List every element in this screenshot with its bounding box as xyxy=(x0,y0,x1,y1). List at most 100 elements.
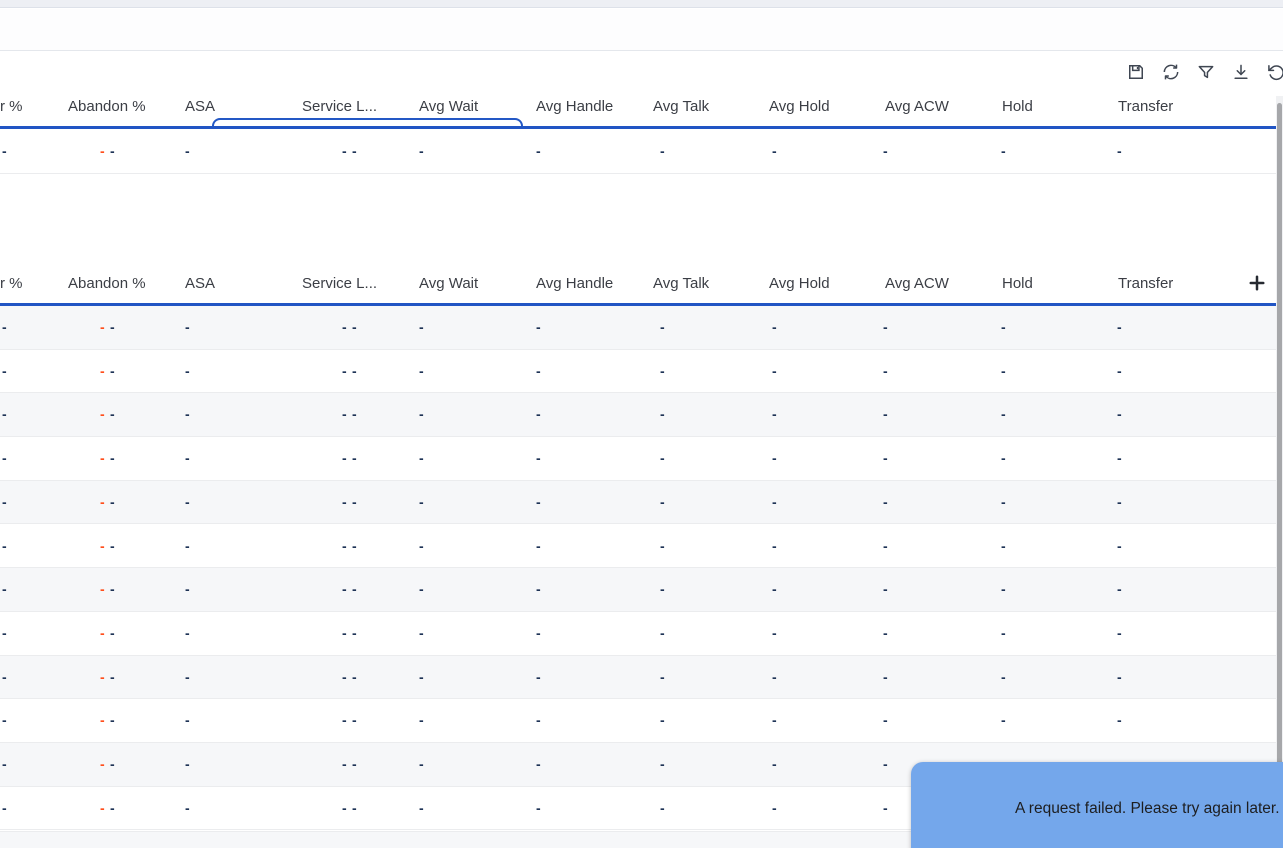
column-header-asa[interactable]: ASA xyxy=(185,98,215,115)
date-range-nav: January 1, 2023 - December 29, 2023 xyxy=(0,58,1283,149)
cell-alert-value: - xyxy=(100,756,105,772)
column-header-r[interactable]: r % xyxy=(0,98,23,115)
cell-value: - xyxy=(883,319,888,335)
table-row[interactable]: ------------- xyxy=(0,655,1277,700)
cell-value: - xyxy=(536,712,541,729)
cell-value: - xyxy=(883,493,888,510)
cell-value: - xyxy=(883,799,888,816)
cell-value: - xyxy=(352,799,357,816)
cell-value: - xyxy=(352,756,357,772)
column-header-abandon[interactable]: Abandon % xyxy=(68,98,146,115)
cell-alert-value: - xyxy=(100,581,105,598)
cell-alert-value: - xyxy=(100,624,105,641)
cell-value: - xyxy=(419,581,424,598)
cell-value: - xyxy=(419,450,424,467)
filter-icon[interactable] xyxy=(1196,62,1216,82)
error-toast[interactable]: A request failed. Please try again later… xyxy=(911,762,1283,848)
cell-alert-value: - xyxy=(100,143,105,159)
column-header-avg-wait[interactable]: Avg Wait xyxy=(419,275,478,292)
cell-value: - xyxy=(419,799,424,816)
add-column-icon[interactable] xyxy=(1247,273,1267,293)
cell-value: - xyxy=(536,668,541,685)
table-row[interactable]: ------------- xyxy=(0,129,1277,174)
refresh-icon[interactable] xyxy=(1161,62,1181,82)
column-header-avg-handle[interactable]: Avg Handle xyxy=(536,275,613,292)
cell-value: - xyxy=(419,537,424,554)
cell-value: - xyxy=(419,406,424,423)
column-header-avg-hold[interactable]: Avg Hold xyxy=(769,275,830,292)
cell-value: - xyxy=(110,537,115,554)
column-header-hold[interactable]: Hold xyxy=(1002,275,1033,292)
cell-value: - xyxy=(1001,319,1006,335)
column-header-asa[interactable]: ASA xyxy=(185,275,215,292)
table-row[interactable]: ------------- xyxy=(0,568,1277,612)
cell-value: - xyxy=(660,450,665,467)
cell-value: - xyxy=(342,406,347,423)
cell-value: - xyxy=(352,624,357,641)
cell-value: - xyxy=(342,537,347,554)
column-header-service-l[interactable]: Service L... xyxy=(302,98,377,115)
cell-value: - xyxy=(1001,668,1006,685)
cell-value: - xyxy=(342,319,347,335)
cell-value: - xyxy=(1117,493,1122,510)
column-header-avg-handle[interactable]: Avg Handle xyxy=(536,98,613,115)
cell-value: - xyxy=(185,537,190,554)
cell-value: - xyxy=(110,143,115,159)
cell-value: - xyxy=(2,668,7,685)
column-header-avg-hold[interactable]: Avg Hold xyxy=(769,98,830,115)
cell-value: - xyxy=(185,493,190,510)
cell-alert-value: - xyxy=(100,493,105,510)
column-header-transfer[interactable]: Transfer xyxy=(1118,275,1173,292)
column-header-avg-acw[interactable]: Avg ACW xyxy=(885,98,949,115)
scrollbar-thumb[interactable] xyxy=(1277,103,1282,775)
cell-value: - xyxy=(883,362,888,379)
cell-value: - xyxy=(1117,624,1122,641)
column-header-avg-talk[interactable]: Avg Talk xyxy=(653,275,709,292)
column-header-hold[interactable]: Hold xyxy=(1002,98,1033,115)
cell-value: - xyxy=(536,406,541,423)
cell-value: - xyxy=(660,799,665,816)
table-row[interactable]: ------------- xyxy=(0,393,1277,438)
cell-value: - xyxy=(772,537,777,554)
cell-value: - xyxy=(342,624,347,641)
cell-value: - xyxy=(883,450,888,467)
cell-value: - xyxy=(2,756,7,772)
cell-value: - xyxy=(2,624,7,641)
cell-value: - xyxy=(352,143,357,159)
column-header-r[interactable]: r % xyxy=(0,275,23,292)
cell-value: - xyxy=(185,624,190,641)
table-row[interactable]: ------------- xyxy=(0,524,1277,569)
column-header-service-l[interactable]: Service L... xyxy=(302,275,377,292)
download-icon[interactable] xyxy=(1231,62,1251,82)
table-row[interactable]: ------------- xyxy=(0,349,1277,394)
cell-value: - xyxy=(883,624,888,641)
save-icon[interactable] xyxy=(1126,62,1146,82)
cell-value: - xyxy=(1001,493,1006,510)
cell-value: - xyxy=(419,362,424,379)
cell-value: - xyxy=(342,450,347,467)
table-row[interactable]: ------------- xyxy=(0,699,1277,743)
cell-value: - xyxy=(2,712,7,729)
cell-value: - xyxy=(772,450,777,467)
cell-value: - xyxy=(352,537,357,554)
table-row[interactable]: ------------- xyxy=(0,611,1277,656)
table-row[interactable]: ------------- xyxy=(0,437,1277,481)
cell-value: - xyxy=(110,362,115,379)
cell-value: - xyxy=(1117,319,1122,335)
column-header-transfer[interactable]: Transfer xyxy=(1118,98,1173,115)
cell-alert-value: - xyxy=(100,799,105,816)
column-header-avg-wait[interactable]: Avg Wait xyxy=(419,98,478,115)
cell-value: - xyxy=(342,493,347,510)
column-header-avg-talk[interactable]: Avg Talk xyxy=(653,98,709,115)
cell-value: - xyxy=(536,537,541,554)
cell-value: - xyxy=(2,581,7,598)
table-row[interactable]: ------------- xyxy=(0,306,1277,350)
reset-icon[interactable] xyxy=(1266,62,1283,82)
cell-value: - xyxy=(1117,406,1122,423)
column-header-avg-acw[interactable]: Avg ACW xyxy=(885,275,949,292)
cell-value: - xyxy=(185,362,190,379)
table-row[interactable]: ------------- xyxy=(0,480,1277,525)
cell-value: - xyxy=(352,406,357,423)
cell-value: - xyxy=(1117,362,1122,379)
column-header-abandon[interactable]: Abandon % xyxy=(68,275,146,292)
